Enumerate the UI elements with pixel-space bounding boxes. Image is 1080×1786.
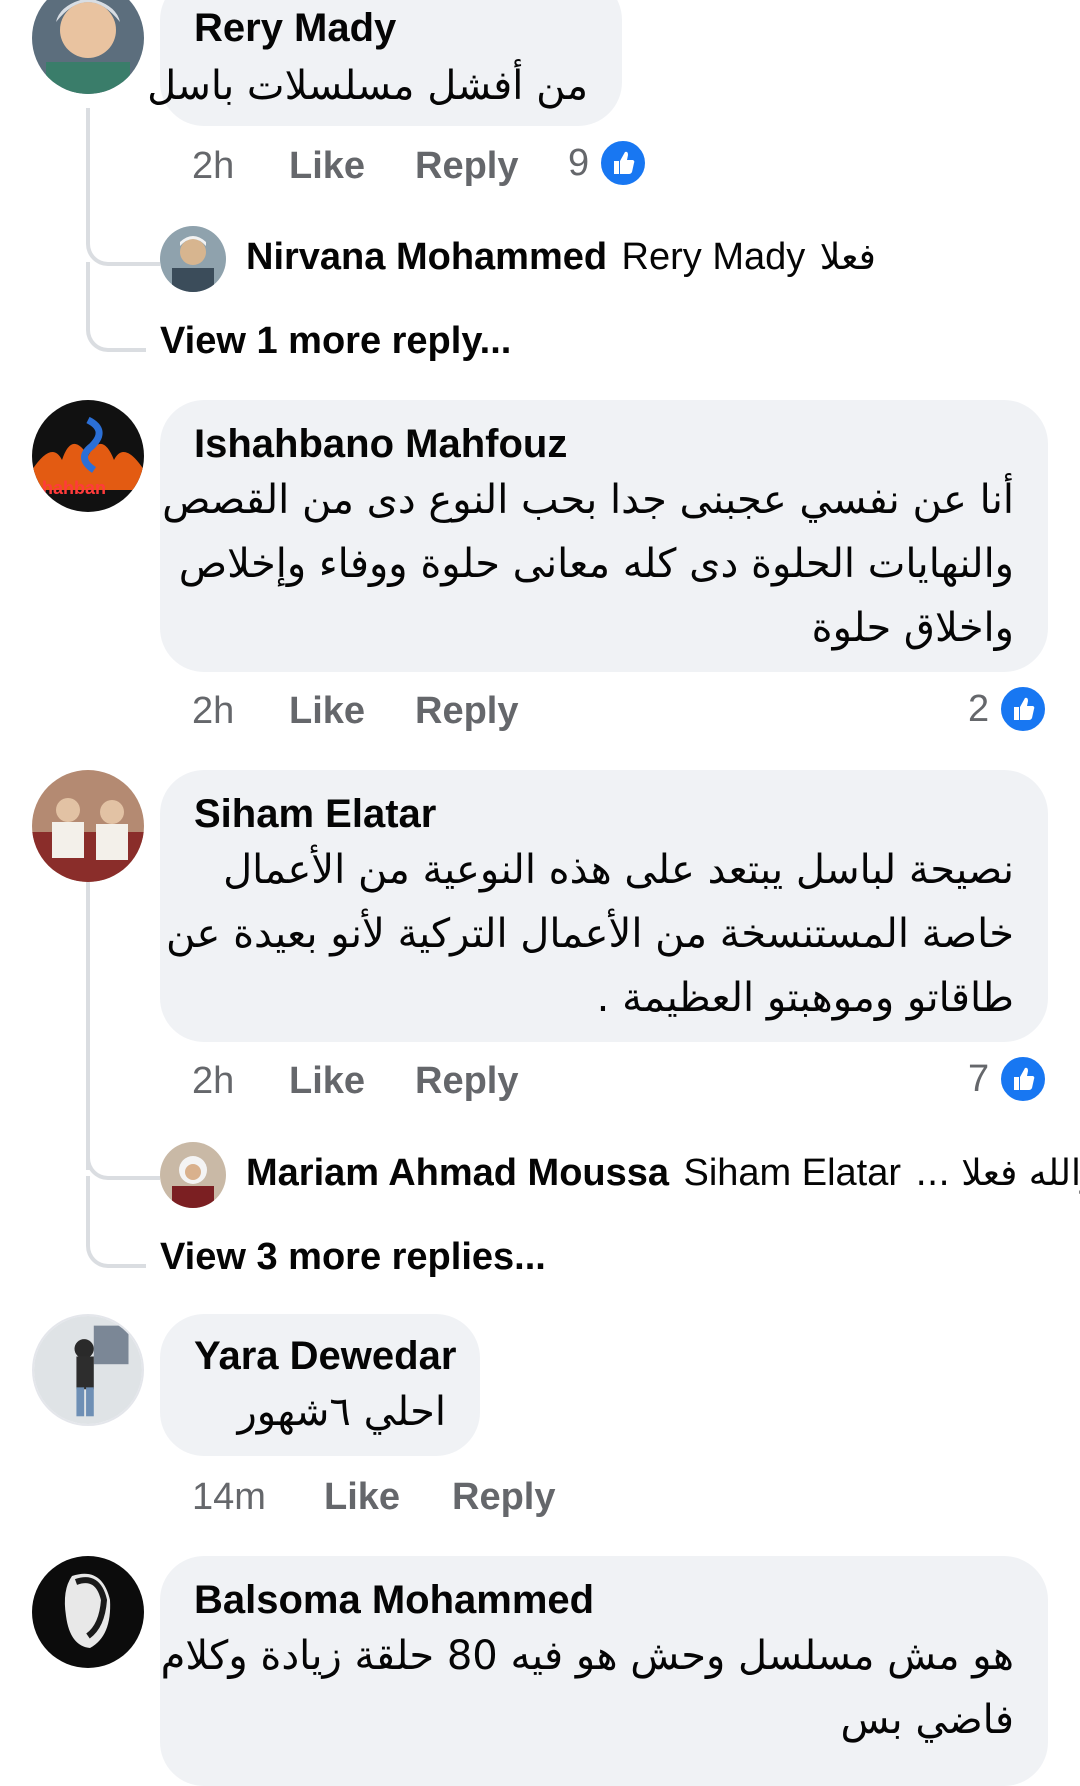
reply-button[interactable]: Reply [415,145,518,188]
like-button[interactable]: Like [289,145,365,188]
comment-text: أنا عن نفسي عجبنى جدا بحب النوع دى من ال… [162,477,1014,523]
comment-time[interactable]: 14m [192,1476,266,1519]
like-count[interactable]: 7 [968,1058,989,1101]
comment-text: واخلاق حلوة [811,605,1014,651]
reply-author[interactable]: Mariam Ahmad Moussa [246,1152,669,1194]
like-count[interactable]: 2 [968,688,989,731]
reply-button[interactable]: Reply [452,1476,555,1519]
reply-author[interactable]: Nirvana Mohammed [246,236,607,278]
reply-mention[interactable]: Rery Mady [622,236,806,278]
view-more-connector [86,262,146,352]
reply-text: فعلا [819,237,876,278]
reply-preview[interactable]: Nirvana Mohammed Rery Mady فعلا [246,236,876,279]
comment-text: خاصة المستنسخة من الأعمال التركية لأنو ب… [166,911,1014,957]
comment-time[interactable]: 2h [192,145,234,188]
comment-author[interactable]: Ishahbano Mahfouz [194,422,567,467]
thread-line [86,882,90,1170]
reply-text: والله فعلا ... [915,1153,1080,1194]
avatar[interactable] [160,1142,226,1208]
reply-button[interactable]: Reply [415,690,518,733]
comment-text: احلي ٦شهور [237,1389,446,1435]
comment-bubble[interactable]: Siham Elatar نصيحة لباسل يبتعد على هذه ا… [160,770,1048,1042]
comment-text: نصيحة لباسل يبتعد على هذه النوعية من الأ… [223,847,1014,893]
comment-bubble[interactable]: Rery Mady من أفشل مسلسلات باسل [147,0,622,126]
comment-text: من أفشل مسلسلات باسل [147,63,588,109]
like-button[interactable]: Like [289,690,365,733]
avatar[interactable] [160,226,226,292]
avatar[interactable] [32,770,144,882]
svg-text:hahban: hahban [42,478,106,498]
thumbs-up-icon[interactable] [598,138,648,188]
view-more-connector [86,1176,146,1268]
reply-button[interactable]: Reply [415,1060,518,1103]
comment-bubble[interactable]: Balsoma Mohammed هو مش مسلسل وحش هو فيه … [160,1556,1048,1786]
comment-text: طاقاتو وموهبتو العظيمة . [596,975,1014,1021]
like-button[interactable]: Like [289,1060,365,1103]
reply-mention[interactable]: Siham Elatar [683,1152,901,1194]
comment-author[interactable]: Siham Elatar [194,792,436,837]
comment-time[interactable]: 2h [192,690,234,733]
like-button[interactable]: Like [324,1476,400,1519]
comment-text: والنهايات الحلوة دى كله معانى حلوة ووفاء… [178,541,1014,587]
thread-line [86,108,90,236]
like-count[interactable]: 9 [568,142,589,185]
avatar[interactable] [32,1556,144,1668]
comment-bubble[interactable]: Ishahbano Mahfouz أنا عن نفسي عجبنى جدا … [160,400,1048,672]
comment-bubble[interactable]: Yara Dewedar احلي ٦شهور [160,1314,480,1456]
reply-preview[interactable]: Mariam Ahmad Moussa Siham Elatar والله ف… [246,1152,1080,1195]
comment-author[interactable]: Rery Mady [194,6,396,51]
avatar[interactable] [32,1314,144,1426]
thumbs-up-icon[interactable] [998,1054,1048,1104]
comment-author[interactable]: Balsoma Mohammed [194,1578,594,1623]
view-more-replies[interactable]: View 3 more replies... [160,1236,546,1279]
avatar[interactable] [32,0,144,94]
comment-text: هو مش مسلسل وحش هو فيه 80 حلقة زيادة وكل… [160,1633,1014,1679]
comment-text: فاضي بس [840,1697,1014,1743]
comment-author[interactable]: Yara Dewedar [194,1334,456,1379]
comment-time[interactable]: 2h [192,1060,234,1103]
view-more-replies[interactable]: View 1 more reply... [160,320,511,363]
avatar[interactable]: hahban [32,400,144,512]
thumbs-up-icon[interactable] [998,684,1048,734]
